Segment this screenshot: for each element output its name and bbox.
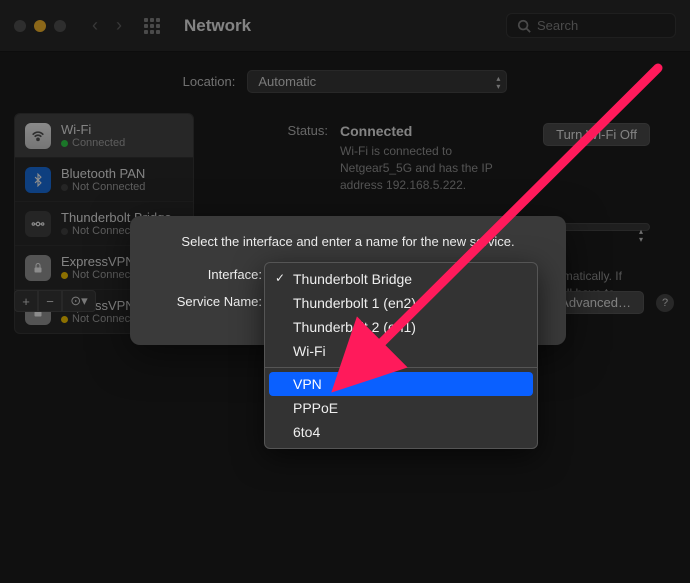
dropdown-option[interactable]: 6to4 <box>265 420 537 444</box>
dropdown-option[interactable]: Thunderbolt Bridge <box>265 267 537 291</box>
dropdown-option[interactable]: Thunderbolt 2 (en1) <box>265 315 537 339</box>
dropdown-option[interactable]: Thunderbolt 1 (en2) <box>265 291 537 315</box>
dialog-message: Select the interface and enter a name fo… <box>146 234 550 249</box>
dropdown-option[interactable]: PPPoE <box>265 396 537 420</box>
interface-dropdown: Thunderbolt Bridge Thunderbolt 1 (en2) T… <box>264 262 538 449</box>
interface-label: Interface: <box>146 267 272 282</box>
service-name-label: Service Name: <box>146 294 272 309</box>
dropdown-option[interactable]: Wi-Fi <box>265 339 537 363</box>
dropdown-option-vpn[interactable]: VPN <box>269 372 533 396</box>
